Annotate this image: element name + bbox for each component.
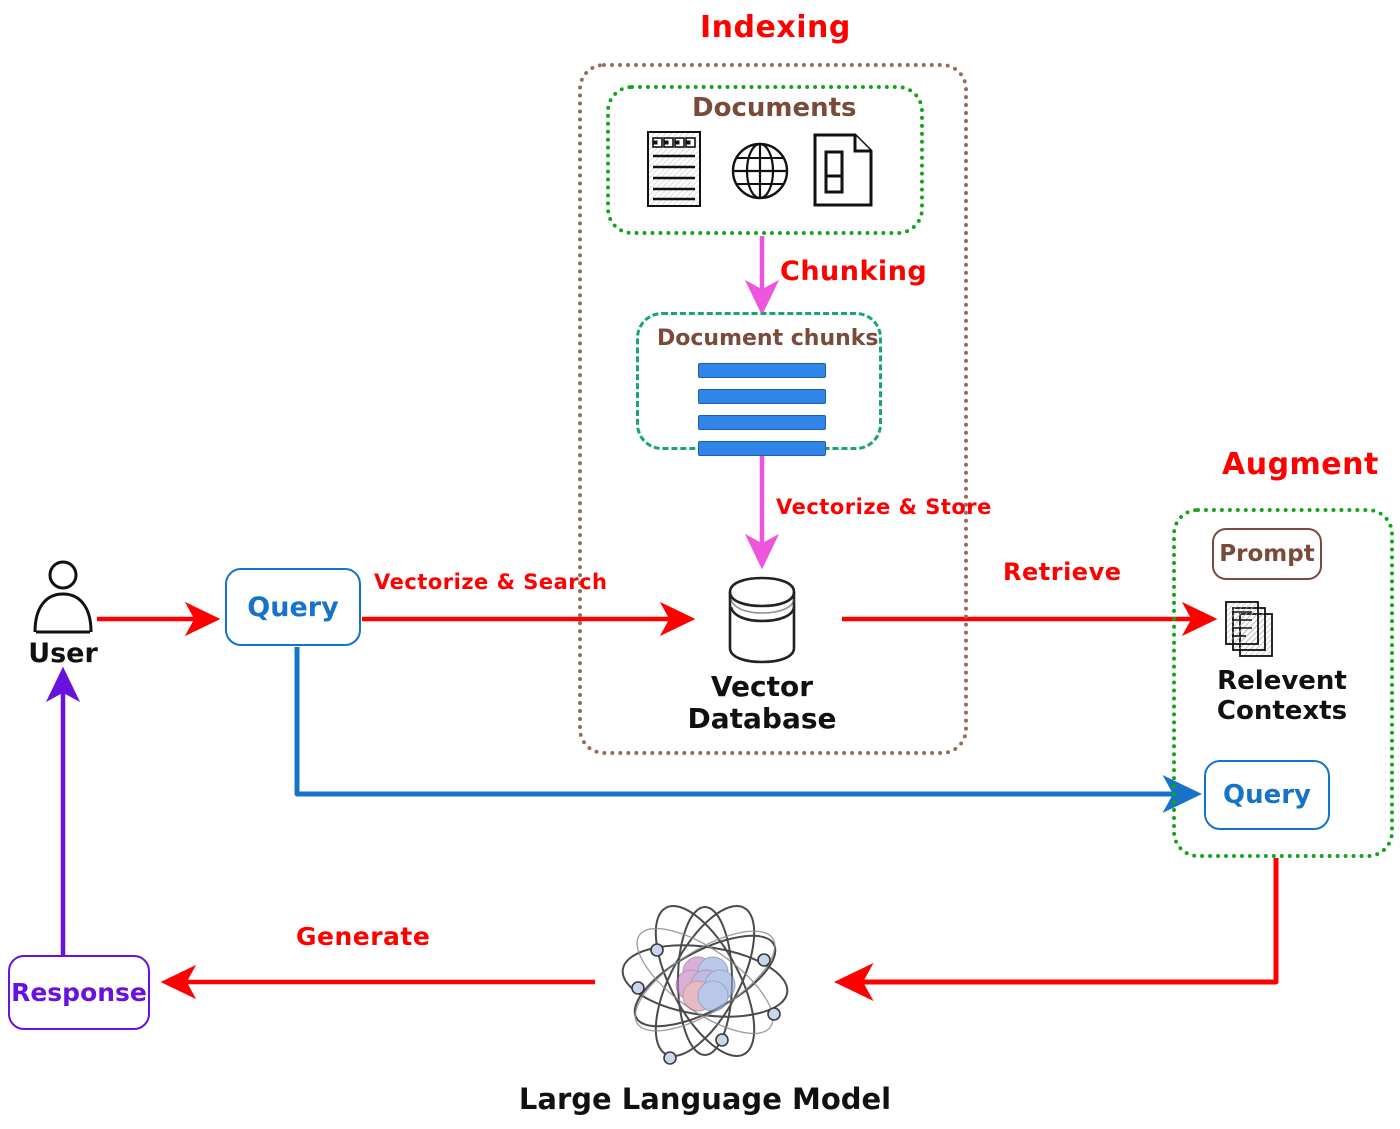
globe-icon: [729, 140, 791, 202]
retrieve-label: Retrieve: [1003, 558, 1122, 586]
chunk-bar: [698, 441, 826, 456]
document-page-icon: [812, 132, 874, 208]
generate-label: Generate: [296, 922, 431, 951]
database-cylinder-icon: [716, 574, 808, 666]
vectorize-search-label: Vectorize & Search: [374, 570, 608, 594]
prompt-box-label: Prompt: [1219, 541, 1315, 567]
atom-icon: [612, 888, 798, 1074]
response-box[interactable]: Response: [8, 955, 150, 1030]
chunking-label: Chunking: [780, 256, 928, 287]
documents-title: Documents: [692, 93, 857, 123]
vector-database-label-line2: Database: [687, 702, 837, 735]
relevant-contexts-label-line2: Contexts: [1216, 696, 1348, 726]
prompt-box[interactable]: Prompt: [1212, 528, 1322, 580]
relevant-contexts-label-line1: Relevent: [1217, 666, 1347, 696]
diagram-canvas: Indexing Documents Chunking Document chu…: [0, 0, 1400, 1129]
user-label: User: [28, 638, 98, 669]
augment-query-box-label: Query: [1222, 780, 1312, 810]
article-icon: [646, 130, 702, 208]
chunk-bar: [698, 415, 826, 430]
chunk-bar: [698, 389, 826, 404]
vectorize-store-label: Vectorize & Store: [776, 495, 992, 519]
chunk-bars-group: [698, 363, 826, 456]
indexing-title: Indexing: [700, 10, 851, 45]
document-chunks-title: Document chunks: [657, 326, 879, 351]
query-box-label: Query: [247, 591, 339, 623]
augment-title: Augment: [1222, 447, 1379, 482]
edge-augment-to-llm: [833, 858, 1279, 1001]
query-box[interactable]: Query: [225, 568, 361, 646]
vector-database-label-line1: Vector: [710, 670, 814, 703]
augment-query-box[interactable]: Query: [1204, 760, 1330, 830]
chunk-bar: [698, 363, 826, 378]
stacked-documents-icon: [1222, 598, 1284, 660]
user-avatar-icon: [28, 558, 98, 634]
llm-label: Large Language Model: [518, 1082, 892, 1116]
response-box-label: Response: [11, 978, 147, 1007]
